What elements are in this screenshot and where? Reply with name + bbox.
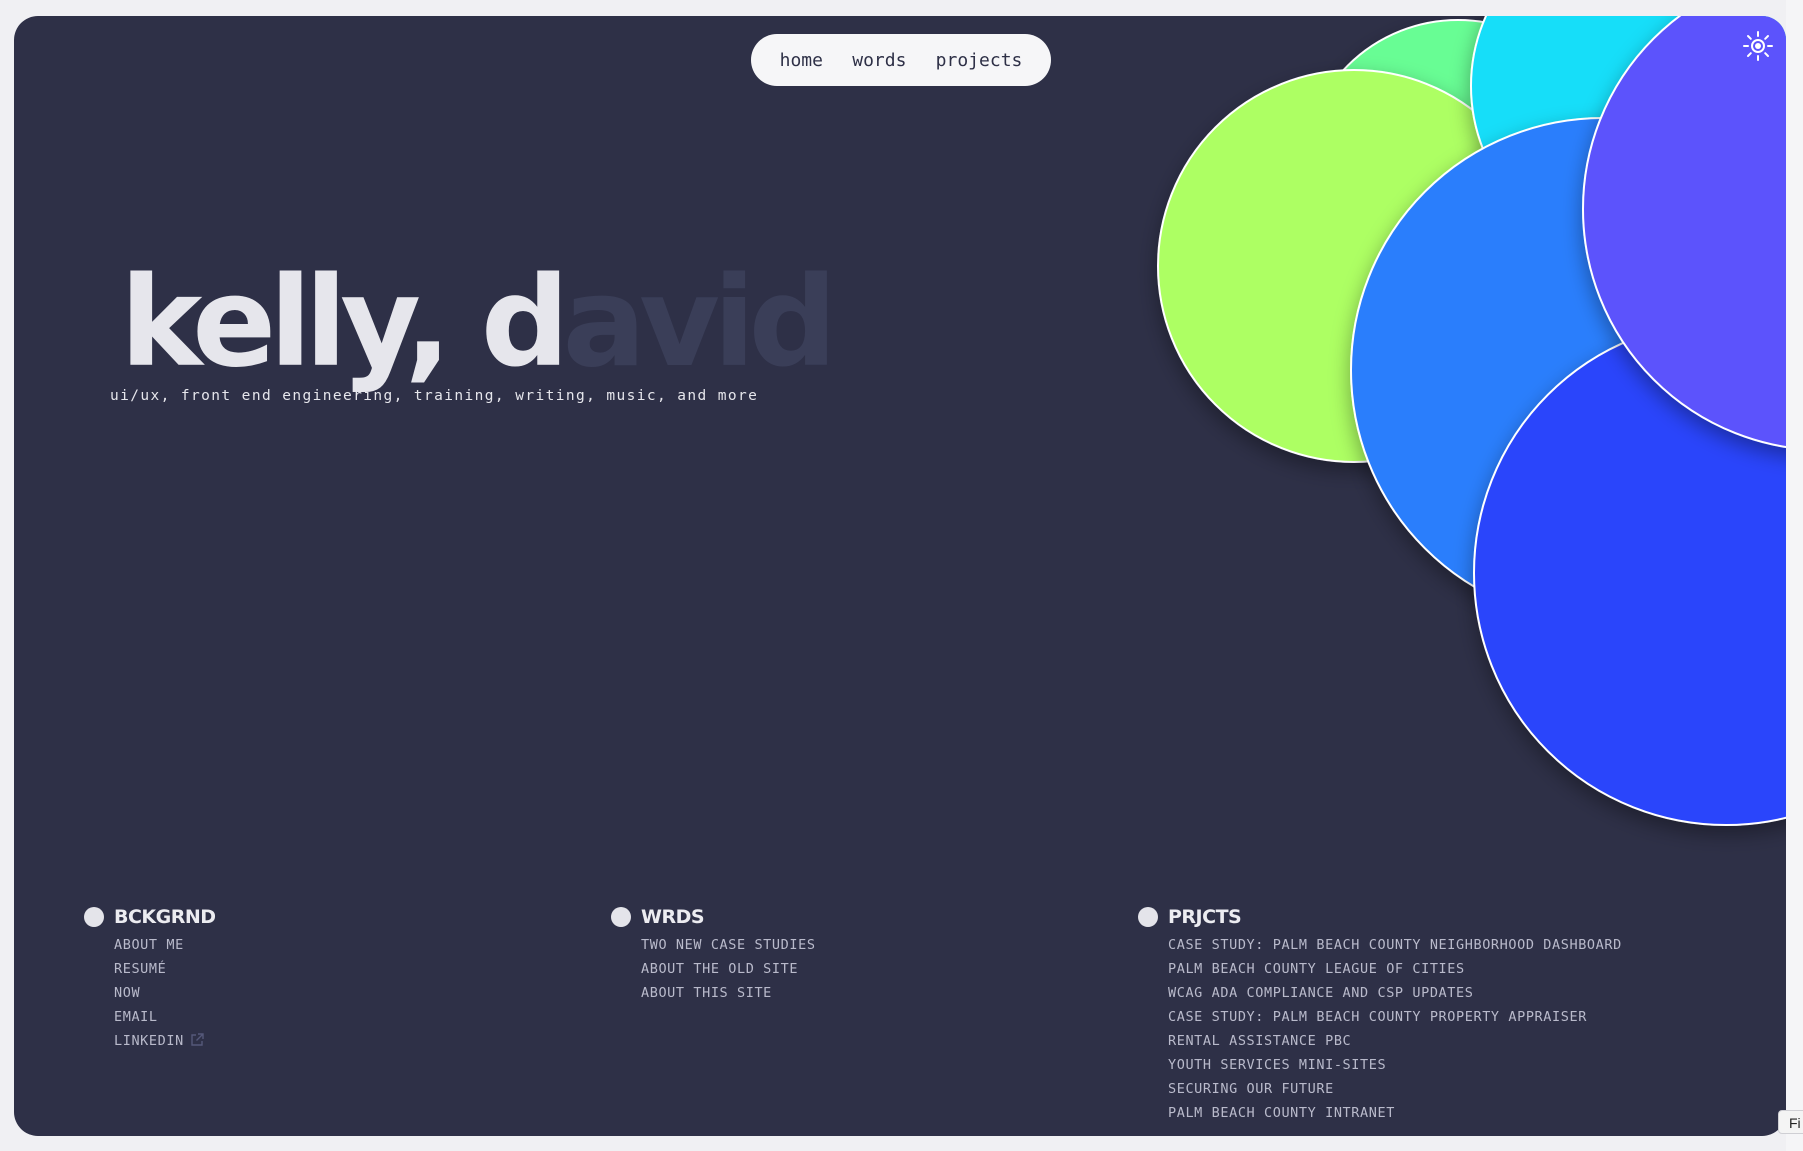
- link-project-wcag-ada[interactable]: WCAG ADA COMPLIANCE AND CSP UPDATES: [1168, 985, 1473, 1001]
- link-project-securing-our-future[interactable]: SECURING OUR FUTURE: [1168, 1081, 1334, 1097]
- external-link-icon: [190, 1030, 204, 1054]
- bubble-royal: [1473, 320, 1786, 826]
- bubble-mint: [1301, 19, 1615, 333]
- link-linkedin[interactable]: LINKEDIN: [114, 1033, 184, 1049]
- bubble-cyan: [1470, 16, 1786, 258]
- bullet-dot: [611, 907, 631, 927]
- link-about-the-old-site[interactable]: ABOUT THE OLD SITE: [641, 961, 798, 977]
- link-project-rental-assistance[interactable]: RENTAL ASSISTANCE PBC: [1168, 1033, 1351, 1049]
- find-bar-tab[interactable]: Fi: [1778, 1110, 1803, 1134]
- link-email[interactable]: EMAIL: [114, 1009, 158, 1025]
- bubble-lime: [1157, 69, 1551, 463]
- column-title: WRDS: [641, 906, 705, 928]
- bullet-dot: [1138, 907, 1158, 927]
- column-title: PRJCTS: [1168, 906, 1242, 928]
- main-nav: home words projects: [751, 34, 1051, 86]
- hero-name-highlighted: kelly, d: [120, 251, 569, 395]
- window-edge: [1786, 0, 1803, 1151]
- footer-column-words: WRDS TWO NEW CASE STUDIES ABOUT THE OLD …: [611, 902, 816, 1004]
- link-two-new-case-studies[interactable]: TWO NEW CASE STUDIES: [641, 937, 816, 953]
- nav-projects[interactable]: projects: [936, 50, 1023, 71]
- link-project-youth-services[interactable]: YOUTH SERVICES MINI-SITES: [1168, 1057, 1386, 1073]
- link-list: CASE STUDY: PALM BEACH COUNTY NEIGHBORHO…: [1138, 932, 1622, 1124]
- bubble-blue: [1350, 117, 1786, 623]
- link-now[interactable]: NOW: [114, 985, 140, 1001]
- link-list: ABOUT ME RESUMÉ NOW EMAIL LINKEDIN: [84, 932, 216, 1052]
- sun-icon: [1743, 31, 1773, 61]
- page-frame: home words projects kelly, david ui/ux, …: [14, 16, 1786, 1136]
- nav-home[interactable]: home: [780, 50, 823, 71]
- nav-words[interactable]: words: [852, 50, 906, 71]
- link-project-league-of-cities[interactable]: PALM BEACH COUNTY LEAGUE OF CITIES: [1168, 961, 1465, 977]
- link-about-me[interactable]: ABOUT ME: [114, 937, 184, 953]
- link-project-intranet[interactable]: PALM BEACH COUNTY INTRANET: [1168, 1105, 1395, 1121]
- bullet-dot: [84, 907, 104, 927]
- link-list: TWO NEW CASE STUDIES ABOUT THE OLD SITE …: [611, 932, 816, 1004]
- hero-tagline: ui/ux, front end engineering, training, …: [110, 388, 759, 404]
- link-project-neighborhood-dashboard[interactable]: CASE STUDY: PALM BEACH COUNTY NEIGHBORHO…: [1168, 937, 1622, 953]
- hero-name-faded: avid: [562, 251, 837, 395]
- link-about-this-site[interactable]: ABOUT THIS SITE: [641, 985, 772, 1001]
- footer-column-background: BCKGRND ABOUT ME RESUMÉ NOW EMAIL LINKED…: [84, 902, 216, 1052]
- theme-toggle-button[interactable]: [1742, 30, 1774, 62]
- bubble-violet: [1582, 16, 1786, 448]
- link-resume[interactable]: RESUMÉ: [114, 961, 166, 977]
- column-title: BCKGRND: [114, 906, 216, 928]
- link-project-property-appraiser[interactable]: CASE STUDY: PALM BEACH COUNTY PROPERTY A…: [1168, 1009, 1587, 1025]
- hero-name: kelly, david: [120, 261, 837, 385]
- footer-column-projects: PRJCTS CASE STUDY: PALM BEACH COUNTY NEI…: [1138, 902, 1622, 1124]
